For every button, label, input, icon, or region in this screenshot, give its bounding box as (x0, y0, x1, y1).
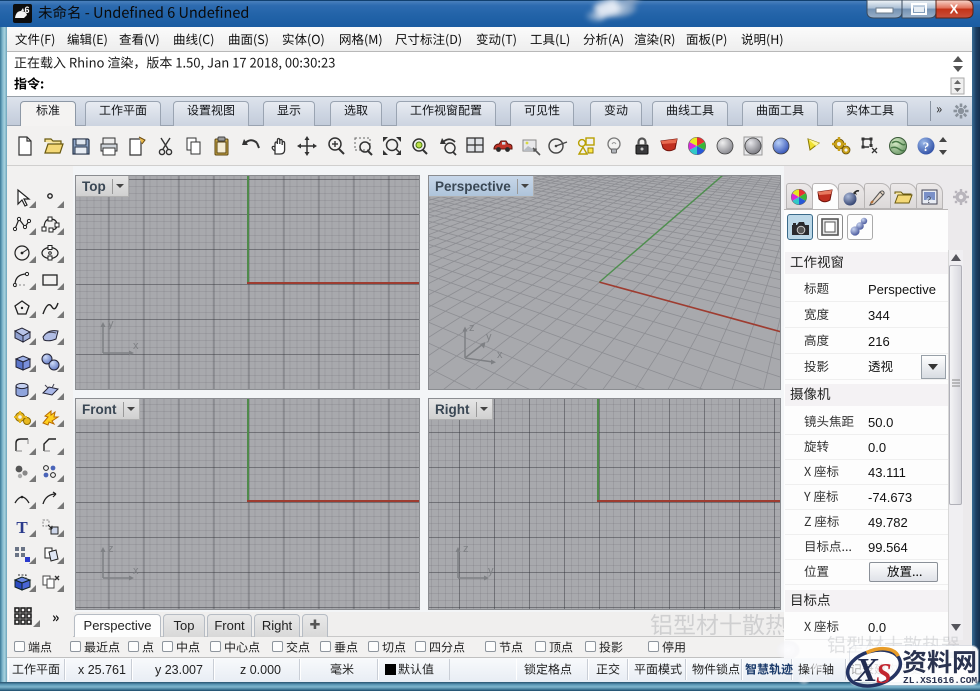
svg-text:z: z (463, 543, 469, 555)
svg-text:x: x (497, 349, 503, 361)
svg-text:z: z (108, 543, 114, 555)
svg-text:X: X (950, 2, 959, 17)
svg-text:x: x (133, 565, 139, 577)
svg-text:z: z (469, 322, 475, 334)
svg-text:?: ? (927, 195, 931, 205)
svg-text:?: ? (923, 139, 930, 154)
svg-text:x: x (133, 340, 139, 352)
svg-text:y: y (486, 331, 492, 343)
svg-text:y: y (108, 318, 114, 330)
svg-text:T: T (16, 518, 28, 537)
svg-text:6: 6 (24, 5, 29, 15)
svg-text:y: y (488, 565, 494, 577)
svg-text:S: S (876, 659, 892, 690)
